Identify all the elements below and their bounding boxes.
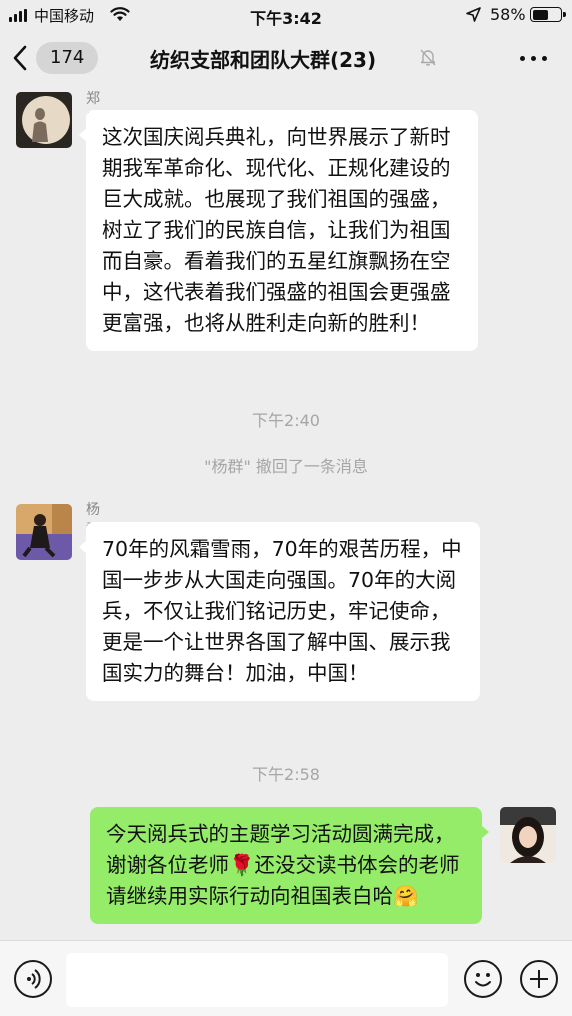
message-bubble[interactable]: 这次国庆阅兵典礼，向世界展示了新时期我军革命化、现代化、正规化建设的巨大成就。也…: [79, 110, 478, 351]
battery-fill: [532, 9, 548, 20]
unread-count-badge: 174: [36, 42, 99, 74]
status-bar: 中国移动 下午3:42 58%: [0, 0, 572, 30]
back-chevron-icon: [13, 45, 27, 71]
recall-notice: "杨群" 撤回了一条消息: [204, 457, 368, 476]
battery-icon: [530, 7, 566, 22]
time-label: 下午2:40: [252, 411, 320, 430]
time-label: 下午2:58: [252, 765, 320, 784]
message-bubble[interactable]: 今天阅兵式的主题学习活动圆满完成，谢谢各位老师🌹还没交读书体会的老师请继续用实际…: [90, 807, 489, 924]
input-bar: [0, 940, 572, 1016]
chat-header: 174 纺织支部和团队大群(23): [0, 30, 572, 86]
emoji-icon[interactable]: [464, 960, 502, 998]
message-list[interactable]: 郑元生 这次国庆阅兵典礼，向世界展示了新时期我军革命化、现代化、正规化建设的巨大…: [0, 86, 572, 940]
battery-percent: 58%: [490, 5, 526, 24]
plus-icon[interactable]: [520, 960, 558, 998]
avatar[interactable]: [16, 504, 72, 560]
chat-title: 纺织支部和团队大群(23): [150, 48, 377, 72]
status-time: 下午3:42: [250, 9, 322, 28]
location-icon: [466, 7, 481, 22]
message-input[interactable]: [66, 953, 448, 1007]
avatar[interactable]: [16, 92, 72, 148]
mute-bell-icon: [420, 49, 436, 66]
message-bubble[interactable]: 70年的风霜雪雨，70年的艰苦历程，中国一步步从大国走向强国。70年的大阅兵，不…: [79, 522, 480, 701]
voice-icon[interactable]: [14, 960, 52, 998]
more-dots-icon[interactable]: [518, 48, 550, 68]
back-button[interactable]: 174: [10, 40, 106, 76]
avatar[interactable]: [500, 807, 556, 863]
